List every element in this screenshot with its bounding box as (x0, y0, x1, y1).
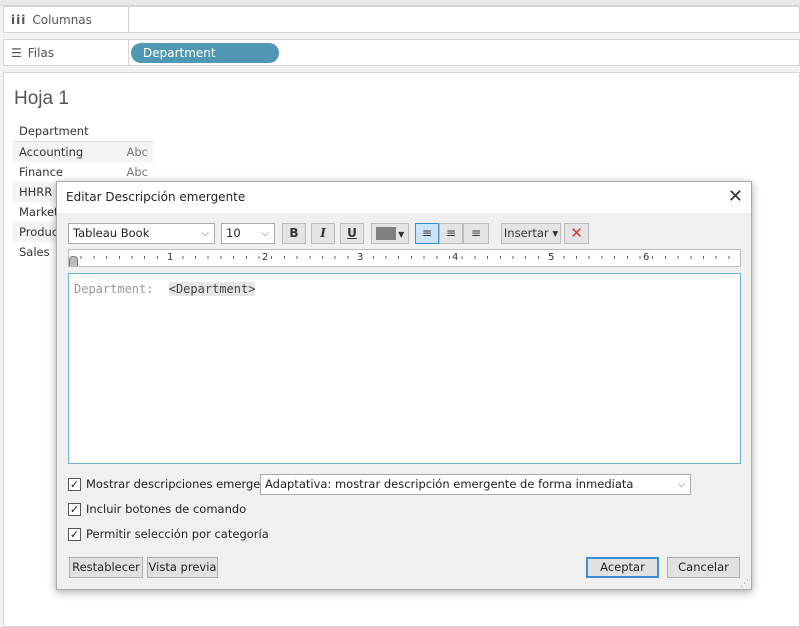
ruler-mark: 5 (547, 252, 556, 263)
dialog-title: Editar Descripción emergente (57, 182, 751, 213)
columns-icon: iii (11, 12, 27, 27)
row-name: HHRR (19, 185, 53, 199)
align-left-icon: ≡ (421, 226, 433, 240)
align-right-icon: ≡ (470, 226, 482, 240)
underline-button[interactable]: U (340, 223, 364, 244)
checkbox-label: Mostrar descripciones emergentes (86, 477, 286, 491)
checkbox-label: Permitir selección por categoría (86, 527, 269, 541)
rows-label: Filas (27, 45, 55, 60)
ruler-mark: 6 (642, 252, 651, 263)
resize-grip-icon[interactable]: ⋰ (740, 579, 749, 589)
size-select[interactable]: 10 ⌵ (221, 223, 275, 244)
field-token[interactable]: <Department> (168, 282, 256, 296)
ruler[interactable]: 1 2 3 4 5 6 (68, 249, 741, 267)
edit-tooltip-dialog: Editar Descripción emergente ✕ Tableau B… (56, 181, 752, 590)
table-row[interactable]: Accounting Abc (13, 142, 153, 162)
rows-shelf[interactable]: ☰ Filas Department (3, 39, 800, 66)
reset-button[interactable]: Restablecer (69, 557, 143, 578)
align-center-button[interactable]: ≡ (439, 223, 463, 244)
ruler-mark: 4 (451, 252, 460, 263)
checkbox-checked-icon: ✓ (68, 527, 81, 541)
allow-selection-checkbox[interactable]: ✓ Permitir selección por categoría (68, 527, 269, 541)
align-right-button[interactable]: ≡ (463, 223, 489, 244)
size-value: 10 (226, 226, 241, 240)
close-icon[interactable]: ✕ (728, 186, 743, 207)
content-label: Department: (74, 282, 154, 296)
tooltip-editor[interactable]: Department: <Department> (68, 273, 741, 464)
rows-icon: ☰ (11, 45, 22, 60)
font-value: Tableau Book (73, 226, 150, 240)
row-value: Abc (126, 165, 149, 179)
columns-label: Columnas (32, 12, 92, 27)
insert-menu-button[interactable]: Insertar ▾ (501, 223, 561, 244)
ruler-mark: 1 (166, 252, 175, 263)
align-center-icon: ≡ (445, 226, 457, 240)
caret-down-icon: ▼ (395, 230, 405, 239)
text-color-button[interactable]: ▼ (371, 223, 409, 244)
department-pill[interactable]: Department (131, 43, 279, 63)
row-name: Finance (19, 165, 63, 179)
clear-icon[interactable]: ✕ (564, 223, 589, 244)
chevron-down-icon: ⌵ (201, 228, 209, 239)
show-tooltips-checkbox[interactable]: ✓ Mostrar descripciones emergentes (68, 477, 285, 491)
column-header[interactable]: Department (13, 124, 153, 142)
chevron-down-icon: ⌵ (677, 479, 685, 490)
table-row[interactable]: Finance Abc (13, 162, 153, 182)
chevron-down-icon: ⌵ (261, 228, 269, 239)
tooltip-mode-value: Adaptativa: mostrar descripción emergent… (265, 477, 634, 491)
indent-marker[interactable] (69, 256, 78, 266)
checkbox-label: Incluir botones de comando (86, 502, 247, 516)
color-swatch (375, 227, 396, 240)
row-value: Abc (126, 145, 149, 159)
bold-button[interactable]: B (282, 223, 306, 244)
row-name: Sales (19, 245, 50, 259)
align-left-button[interactable]: ≡ (415, 223, 439, 244)
font-select[interactable]: Tableau Book ⌵ (68, 223, 215, 244)
checkbox-checked-icon: ✓ (68, 502, 81, 516)
include-buttons-checkbox[interactable]: ✓ Incluir botones de comando (68, 502, 246, 516)
sheet-title: Hoja 1 (14, 88, 69, 109)
ruler-mark: 3 (356, 252, 365, 263)
columns-shelf[interactable]: iii Columnas (3, 6, 800, 33)
row-name: Accounting (19, 145, 84, 159)
checkbox-checked-icon: ✓ (68, 477, 81, 491)
ok-button[interactable]: Aceptar (586, 557, 659, 578)
cancel-button[interactable]: Cancelar (667, 557, 740, 578)
italic-button[interactable]: I (311, 223, 335, 244)
tooltip-mode-select[interactable]: Adaptativa: mostrar descripción emergent… (260, 474, 691, 495)
ruler-mark: 2 (261, 252, 270, 263)
preview-button[interactable]: Vista previa (147, 557, 218, 578)
